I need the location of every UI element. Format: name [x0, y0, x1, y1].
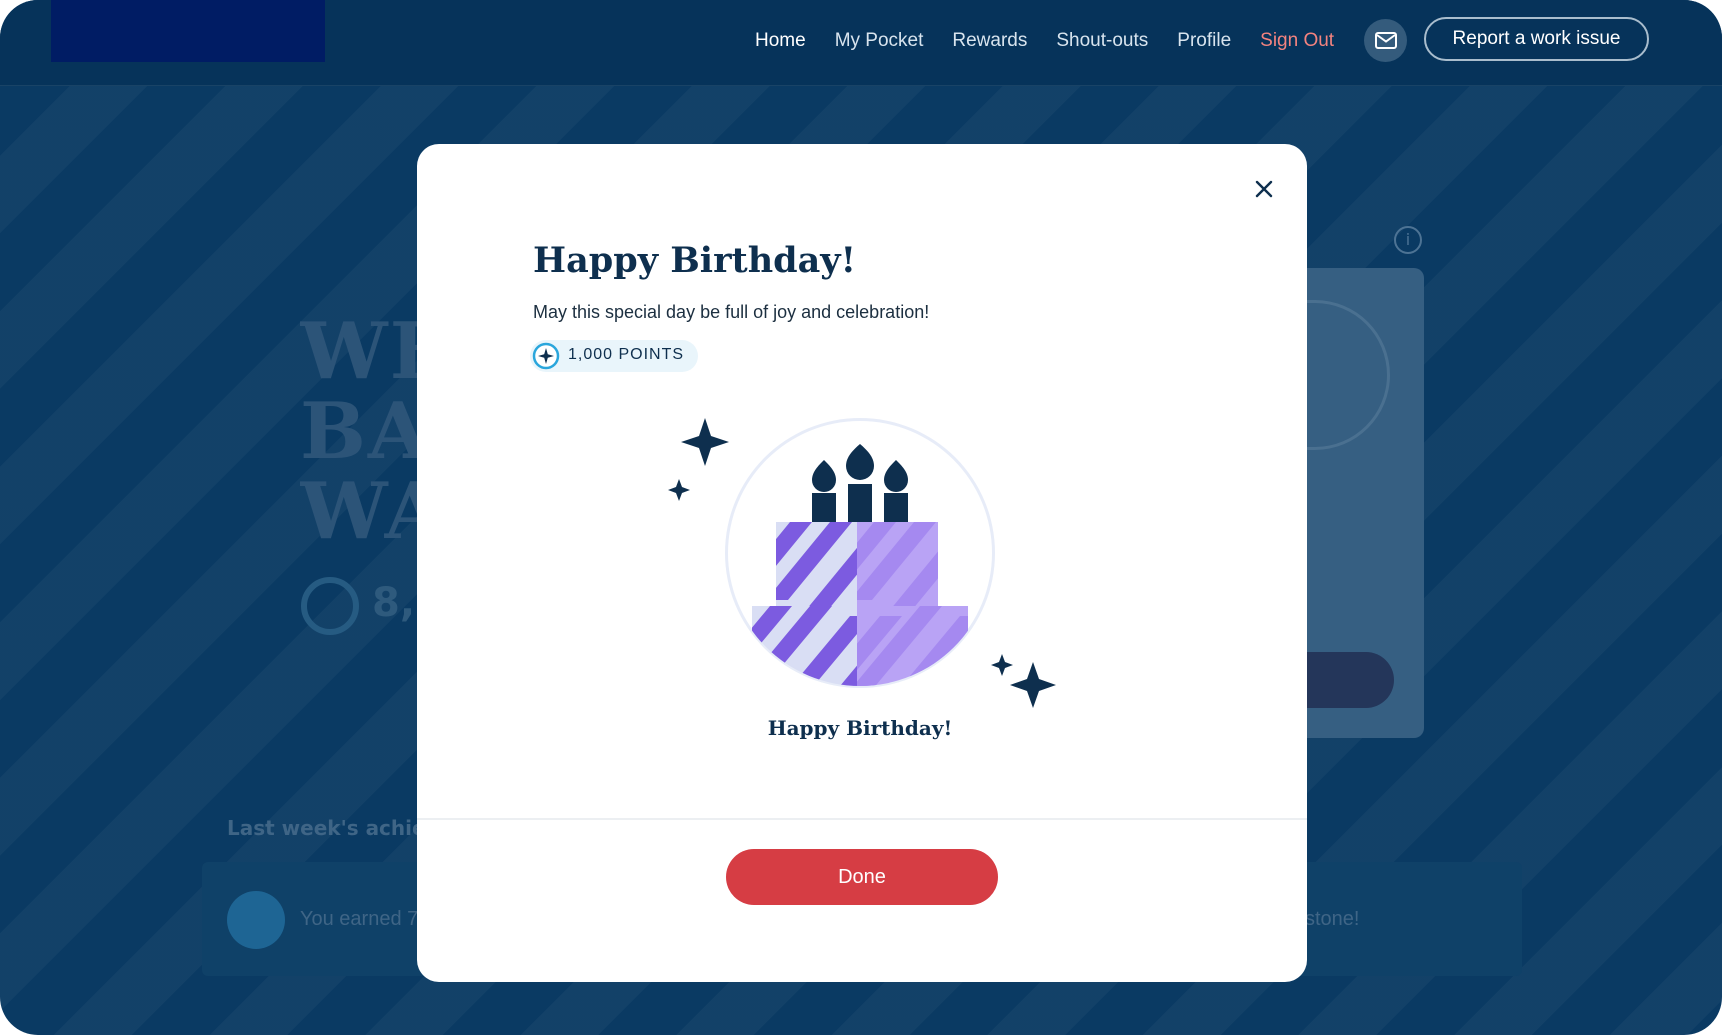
- mail-button[interactable]: [1364, 19, 1407, 62]
- main-nav: Home My Pocket Rewards Shout-outs Profil…: [755, 26, 1363, 56]
- top-header: Home My Pocket Rewards Shout-outs Profil…: [0, 0, 1722, 86]
- nav-my-pocket[interactable]: My Pocket: [835, 30, 924, 52]
- done-button[interactable]: Done: [726, 849, 998, 905]
- points-badge: 1,000 POINTS: [530, 340, 698, 372]
- app-frame: Home My Pocket Rewards Shout-outs Profil…: [0, 0, 1722, 1035]
- report-issue-button[interactable]: Report a work issue: [1424, 17, 1649, 61]
- nav-sign-out[interactable]: Sign Out: [1260, 30, 1334, 52]
- hero-line: BA: [300, 386, 420, 477]
- mail-icon: [1374, 32, 1397, 49]
- points-balance: 8,(: [372, 580, 418, 626]
- achievements-title: Last week's achie: [227, 816, 417, 840]
- nav-home[interactable]: Home: [755, 30, 806, 52]
- close-button[interactable]: [1243, 168, 1285, 210]
- points-star-icon: [532, 342, 560, 370]
- achievement-text: You earned 7: [300, 908, 418, 930]
- nav-rewards[interactable]: Rewards: [952, 30, 1027, 52]
- close-icon: [1255, 180, 1273, 198]
- modal-divider: [417, 818, 1307, 820]
- achievement-text-right: stone!: [1305, 908, 1360, 930]
- points-value: 1,000 POINTS: [568, 346, 685, 363]
- nav-profile[interactable]: Profile: [1177, 30, 1231, 52]
- nav-shout-outs[interactable]: Shout-outs: [1056, 30, 1148, 52]
- hero-line: WA: [300, 466, 420, 552]
- badge-label: Happy Birthday!: [767, 716, 953, 740]
- hero-line: WE: [300, 312, 420, 397]
- hero-heading: WE BA WA: [300, 312, 420, 552]
- modal-title: Happy Birthday!: [533, 240, 856, 281]
- sparkle-icon: [227, 891, 285, 949]
- birthday-cake-illustration: [668, 418, 1056, 708]
- points-star-icon: [301, 577, 359, 635]
- info-icon[interactable]: i: [1394, 226, 1422, 254]
- modal-subtitle: May this special day be full of joy and …: [533, 302, 930, 322]
- brand-logo[interactable]: [51, 0, 325, 62]
